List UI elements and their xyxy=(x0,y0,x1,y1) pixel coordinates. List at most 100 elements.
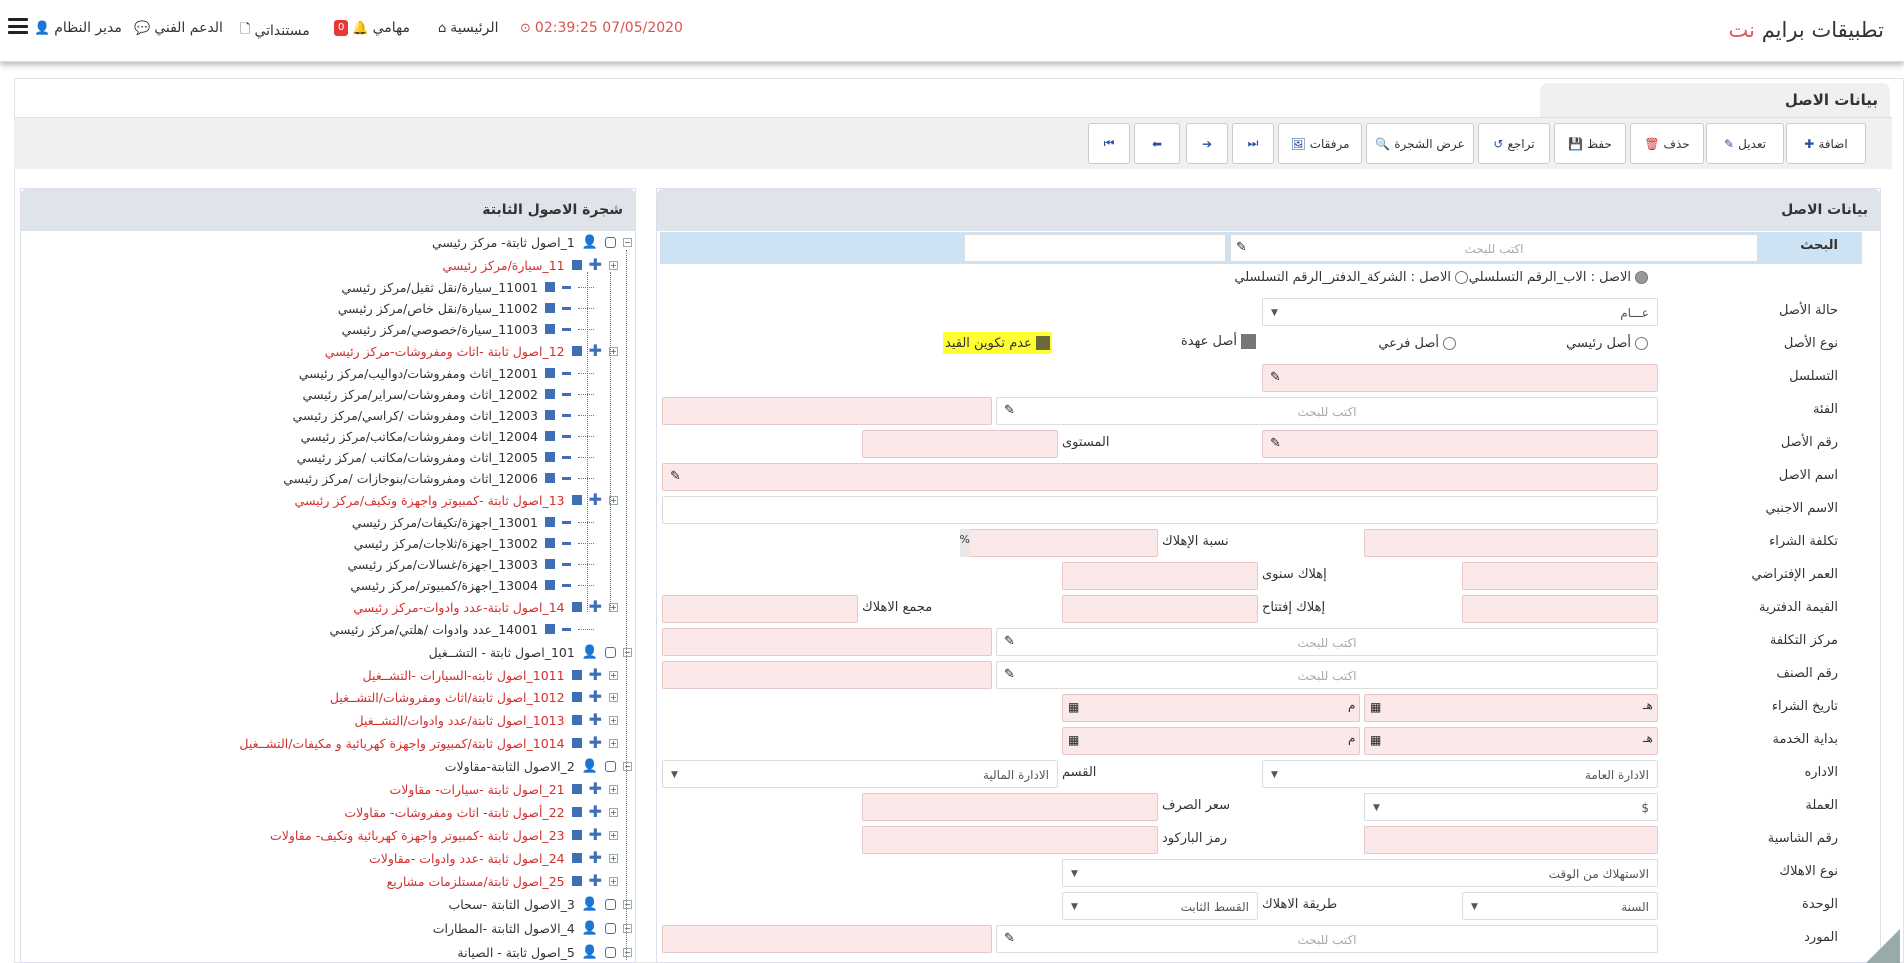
pencil-icon[interactable]: ✎ xyxy=(1270,370,1281,385)
expand-icon[interactable]: + xyxy=(609,260,618,270)
minus-icon[interactable] xyxy=(562,327,571,331)
tree-node[interactable]: 12002_اثاث ومفروشات/سراير/مركز رئيسي xyxy=(303,385,594,403)
tree-node[interactable]: 14001_عدد وادوات /هلتي/مركز رئيسي xyxy=(329,620,594,638)
tree-node[interactable]: 12003_اثاث ومفروشات /كراسي/مركز رئيسي xyxy=(293,406,594,424)
calendar-icon[interactable]: ▦ xyxy=(1068,700,1079,714)
exchange-rate-input[interactable] xyxy=(862,793,1158,821)
depreciation-type-select[interactable]: الاستهلاك من الوقت ▼ xyxy=(1062,859,1658,887)
pencil-icon[interactable]: ✎ xyxy=(1004,634,1015,649)
book-value-input[interactable] xyxy=(1462,595,1658,623)
tree-node-label[interactable]: 12_اصول ثابتة -اثاث ومفروشات-مركز رئيسي xyxy=(325,344,565,359)
useful-life-input[interactable] xyxy=(1462,562,1658,590)
minus-icon[interactable] xyxy=(562,371,571,375)
tree-node-label[interactable]: 5_اصول ثابتة - الصيانة xyxy=(457,945,574,960)
tree-node-label[interactable]: 1_اصول ثابتة- مركز رئيسي xyxy=(432,235,575,250)
minus-icon[interactable] xyxy=(562,434,571,438)
tree-node-label[interactable]: 22_أصول ثابتة- اثاث ومفروشات- مقاولات xyxy=(344,805,564,820)
collapse-icon[interactable]: − xyxy=(623,947,632,957)
tree-node-label[interactable]: 21_اصول ثابتة -سيارات- مقاولات xyxy=(390,782,565,797)
tree-node-label[interactable]: 13001_اجهزة/تكيفات/مركز رئيسي xyxy=(352,515,538,530)
tree-node-label[interactable]: 2_الاصول الثابتة-مقاولات xyxy=(445,759,575,774)
tree-node-label[interactable]: 11001_سيارة/نقل ثقيل/مركز رئيسي xyxy=(341,280,538,295)
checkbox-icon[interactable] xyxy=(605,236,616,248)
minus-icon[interactable] xyxy=(562,562,571,566)
tree-node-label[interactable]: 12004_اثاث ومفروشات/مكاتب/مركز رئيسي xyxy=(301,429,538,444)
minus-icon[interactable] xyxy=(562,285,571,289)
radio-dot[interactable] xyxy=(1635,337,1648,350)
tree-node[interactable]: 11003_سيارة/خصوصي/مركز رئيسي xyxy=(342,320,594,338)
nav-support[interactable]: الدعم الفني 💬 xyxy=(134,20,223,36)
attachments-button[interactable]: مرفقات 🖼 xyxy=(1278,123,1362,164)
minus-icon[interactable] xyxy=(562,392,571,396)
tree-node[interactable]: 13003_اجهزة/غسالات/مركز رئيسي xyxy=(347,555,594,573)
tree-node[interactable]: + ✚ 14_اصول ثابتة-عدد وادوات-مركز رئيسي xyxy=(353,598,618,616)
plus-icon[interactable]: ✚ xyxy=(589,827,602,843)
no-entry-checkbox[interactable]: عدم تكوين القيد xyxy=(943,332,1052,354)
tree-node-label[interactable]: 1011_اصول ثابته-السيارات -التشــغيل xyxy=(363,668,565,683)
plus-icon[interactable]: ✚ xyxy=(589,689,602,705)
checkbox-icon[interactable] xyxy=(605,946,616,958)
tree-node[interactable]: 12005_اثاث ومفروشات/مكاتب /مركز رئيسي xyxy=(297,448,594,466)
purchase-date-gregorian-input[interactable] xyxy=(1062,694,1360,722)
expand-icon[interactable]: + xyxy=(609,692,618,702)
unit-select[interactable]: السنة ▼ xyxy=(1462,892,1658,920)
show-tree-button[interactable]: عرض الشجرة 🔍 xyxy=(1366,123,1474,164)
tree-node[interactable]: 13004_اجهزة/كمبيوتر/مركز رئيسي xyxy=(350,576,594,594)
tree-node-label[interactable]: 3_الاصول الثابتة -سحاب xyxy=(448,897,574,912)
save-button[interactable]: حفظ 💾 xyxy=(1554,123,1626,164)
cost-center-search-input[interactable]: اكتب للبحث xyxy=(996,628,1658,656)
pencil-icon[interactable]: ✎ xyxy=(1270,436,1281,451)
tree-node[interactable]: − 👤 3_الاصول الثابتة -سحاب xyxy=(448,895,632,913)
checkbox-box[interactable] xyxy=(1035,336,1050,350)
plus-icon[interactable]: ✚ xyxy=(589,873,602,889)
tree-node[interactable]: − 👤 2_الاصول الثابتة-مقاولات xyxy=(445,757,632,775)
tree-node-label[interactable]: 1012_اصول ثابتة/اثاث ومفروشات/التشــغيل xyxy=(330,690,565,705)
tree-node[interactable]: + ✚ 21_اصول ثابتة -سيارات- مقاولات xyxy=(390,780,618,798)
tree-node[interactable]: 11001_سيارة/نقل ثقيل/مركز رئيسي xyxy=(341,278,594,296)
foreign-name-input[interactable] xyxy=(662,496,1658,524)
tree-node-label[interactable]: 1013_اصول ثابتة/عدد وادوات/التشــغيل xyxy=(355,713,565,728)
app-brand[interactable]: تطبيقات برايم نت xyxy=(1729,18,1884,42)
last-record-button[interactable]: ⏭ xyxy=(1232,123,1274,164)
undo-button[interactable]: تراجع ↺ xyxy=(1478,123,1550,164)
minus-icon[interactable] xyxy=(562,455,571,459)
tree-node[interactable]: − 👤 5_اصول ثابتة - الصيانة xyxy=(457,943,632,961)
expand-icon[interactable]: + xyxy=(609,853,618,863)
expand-icon[interactable]: + xyxy=(609,738,618,748)
checkbox-icon[interactable] xyxy=(605,760,616,772)
minus-icon[interactable] xyxy=(562,520,571,524)
tree-node[interactable]: 13002_اجهزة/ثلاجات/مركز رئيسي xyxy=(354,534,594,552)
administration-select[interactable]: الادارة العامة ▼ xyxy=(1262,760,1658,788)
pencil-icon[interactable]: ✎ xyxy=(1004,667,1015,682)
tree-node[interactable]: − 👤 1_اصول ثابتة- مركز رئيسي xyxy=(432,233,632,251)
radio-dot[interactable] xyxy=(1455,271,1468,284)
previous-record-button[interactable]: ⬅ xyxy=(1134,123,1180,164)
tree-node[interactable]: 12004_اثاث ومفروشات/مكاتب/مركز رئيسي xyxy=(301,427,594,445)
radio-parent-serial[interactable]: الاصل : الاب_الرقم التسلسلي xyxy=(1469,270,1648,285)
tree-node-label[interactable]: 12006_اثاث ومفروشات/بنوجازات /مركز رئيسي xyxy=(283,471,538,486)
radio-main-asset[interactable]: أصل رئيسي xyxy=(1566,336,1648,351)
tree-node[interactable]: − 👤 4_الاصول الثابتة -المطارات xyxy=(433,919,632,937)
tree-node-label[interactable]: 12002_اثاث ومفروشات/سراير/مركز رئيسي xyxy=(303,387,538,402)
radio-sub-asset[interactable]: أصل فرعي xyxy=(1378,336,1456,351)
minus-icon[interactable] xyxy=(562,583,571,587)
chassis-no-input[interactable] xyxy=(1364,826,1658,854)
nav-tasks[interactable]: مهامي 🔔 0 xyxy=(334,20,410,36)
search-input[interactable]: اكتب للبحث xyxy=(1230,234,1758,262)
checkbox-icon[interactable] xyxy=(605,898,616,910)
tree-node[interactable]: + ✚ 1014_اصول ثابتة/كمبيوتر واجهزة كهربائي… xyxy=(239,734,618,752)
plus-icon[interactable]: ✚ xyxy=(589,667,602,683)
scroll-corner-icon[interactable] xyxy=(1866,929,1900,963)
search-result-field[interactable] xyxy=(964,234,1226,262)
first-record-button[interactable]: ⏮ xyxy=(1088,123,1130,164)
collapse-icon[interactable]: − xyxy=(623,761,632,771)
tree-node-label[interactable]: 4_الاصول الثابتة -المطارات xyxy=(433,921,575,936)
radio-dot[interactable] xyxy=(1443,337,1456,350)
tree-node-label[interactable]: 12003_اثاث ومفروشات /كراسي/مركز رئيسي xyxy=(293,408,538,423)
tree-node[interactable]: 11002_سيارة/نقل خاص/مركز رئيسي xyxy=(338,299,594,317)
tree-node-label[interactable]: 12001_اثاث ومفروشات/دواليب/مركز رئيسي xyxy=(299,366,538,381)
currency-select[interactable]: $ ▼ xyxy=(1364,793,1658,821)
radio-dot[interactable] xyxy=(1635,271,1648,284)
plus-icon[interactable]: ✚ xyxy=(589,712,602,728)
asset-name-input[interactable] xyxy=(662,463,1658,491)
